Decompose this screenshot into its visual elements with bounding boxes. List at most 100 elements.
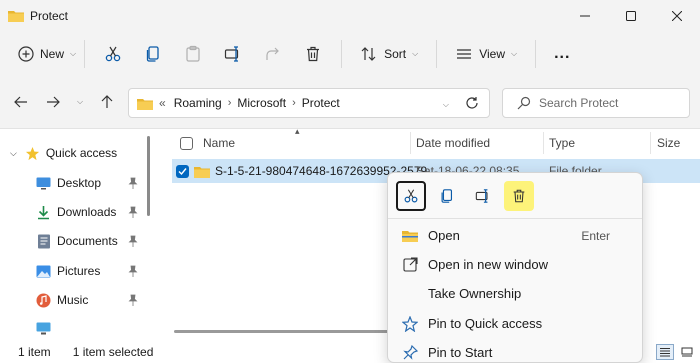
delete-button[interactable] [293,38,333,70]
sort-label: Sort [384,47,407,61]
context-item-label: Pin to Start [428,345,493,360]
back-button[interactable] [8,89,34,115]
selected-count: 1 item selected [72,344,154,359]
address-bar[interactable]: « Roaming › Microsoft › Protect ⌵ [128,88,490,118]
context-item-open-new-window[interactable]: Open in new window [388,250,642,279]
context-item-pin-quick-access[interactable]: Pin to Quick access [388,309,642,338]
column-header-date[interactable]: Date modified [416,130,490,156]
nav-item-label: Downloads [57,205,117,219]
rename-button[interactable] [213,38,253,70]
clipboard-icon [186,45,200,62]
nav-scrollbar[interactable] [147,136,150,216]
nav-item-desktop[interactable]: Desktop [0,170,146,196]
context-delete-button[interactable] [504,181,534,211]
column-divider[interactable] [410,132,411,154]
arrow-left-icon [14,96,27,108]
maximize-icon [626,10,636,21]
expand-chevron-icon[interactable]: ⌵ [10,148,17,159]
open-folder-icon [400,229,420,242]
command-bar: New ⌵ Sort ⌵ View ⌵ ... [0,31,700,77]
horizontal-scrollbar[interactable] [174,330,404,333]
toolbar-divider [84,40,86,68]
column-header-type[interactable]: Type [549,130,575,156]
refresh-icon [466,97,478,109]
minimize-icon [580,15,590,16]
column-header-size[interactable]: Size [657,130,680,156]
sort-button[interactable]: Sort ⌵ [350,38,428,70]
close-button[interactable] [654,0,700,31]
share-button[interactable] [253,38,293,70]
pin-icon[interactable] [128,235,138,250]
cut-button[interactable] [93,38,133,70]
row-checkbox[interactable] [176,164,189,178]
breadcrumb-chevron-icon[interactable]: › [292,97,296,109]
search-box[interactable] [502,88,690,118]
context-copy-button[interactable] [432,181,462,211]
address-dropdown-button[interactable]: ⌵ [443,96,449,110]
view-button[interactable]: View ⌵ [445,38,527,70]
column-divider[interactable] [543,132,544,154]
view-label: View [479,47,505,61]
up-button[interactable] [94,89,120,115]
nav-item-label: Music [57,293,89,307]
pin-icon[interactable] [128,294,138,309]
arrow-right-icon [47,96,60,108]
item-count: 1 item [18,344,51,359]
nav-item-pictures[interactable]: Pictures [0,258,146,284]
close-icon [672,10,682,21]
maximize-button[interactable] [608,0,654,31]
column-divider[interactable] [650,132,651,154]
column-header-name[interactable]: Name [203,130,235,156]
tiles-view-button[interactable] [678,344,696,360]
sort-icon [361,47,376,61]
tiles-view-icon [681,347,693,357]
context-item-pin-start[interactable]: Pin to Start [388,338,642,362]
recent-locations-button[interactable]: ⌵ [70,89,90,115]
toolbar-divider [436,40,438,68]
chevron-down-icon: ⌵ [510,49,518,58]
forward-button[interactable] [40,89,66,115]
nav-item-music[interactable]: Music [0,287,146,313]
new-button[interactable]: New ⌵ [18,38,76,70]
nav-item-downloads[interactable]: Downloads [0,199,146,225]
context-item-label: Take Ownership [428,286,522,301]
more-options-button[interactable]: ... [544,38,580,70]
nav-quick-access[interactable]: ⌵ Quick access [0,140,146,166]
view-list-icon [457,49,472,59]
context-item-open[interactable]: Open Enter [388,221,642,250]
nav-item-documents[interactable]: Documents [0,228,146,254]
breadcrumb-chevron-icon[interactable]: › [228,97,232,109]
context-item-label: Pin to Quick access [428,316,543,331]
breadcrumb-protect[interactable]: Protect [302,96,340,110]
pictures-icon [36,265,51,277]
documents-icon [38,234,50,248]
breadcrumb-microsoft[interactable]: Microsoft [237,96,286,110]
copy-button[interactable] [133,38,173,70]
select-all-checkbox[interactable] [180,130,193,156]
nav-quick-access-label: Quick access [45,146,118,160]
search-input[interactable] [539,96,679,110]
more-options-icon: ... [554,45,571,62]
nav-item-label: Pictures [57,264,101,278]
context-menu: Open Enter Open in new window Take Owner… [387,172,643,363]
trash-icon [307,46,320,62]
context-rename-button[interactable] [468,181,498,211]
context-cut-button[interactable] [396,181,426,211]
breadcrumb-roaming[interactable]: Roaming [174,96,222,110]
new-label: New [40,47,65,61]
pin-icon[interactable] [128,177,138,192]
refresh-button[interactable] [465,96,479,113]
scissors-icon [105,46,121,62]
details-view-button[interactable] [656,344,674,360]
this-pc-icon[interactable] [36,322,51,338]
toolbar-divider [535,40,537,68]
pin-icon[interactable] [128,265,138,280]
breadcrumb-overflow[interactable]: « [159,96,166,110]
scissors-icon [404,189,418,203]
chevron-down-icon: ⌵ [70,49,77,58]
context-item-take-ownership[interactable]: Take Ownership [388,279,642,308]
address-row: ⌵ « Roaming › Microsoft › Protect ⌵ [0,77,700,129]
pin-icon[interactable] [128,206,138,221]
paste-button[interactable] [173,38,213,70]
minimize-button[interactable] [562,0,608,31]
